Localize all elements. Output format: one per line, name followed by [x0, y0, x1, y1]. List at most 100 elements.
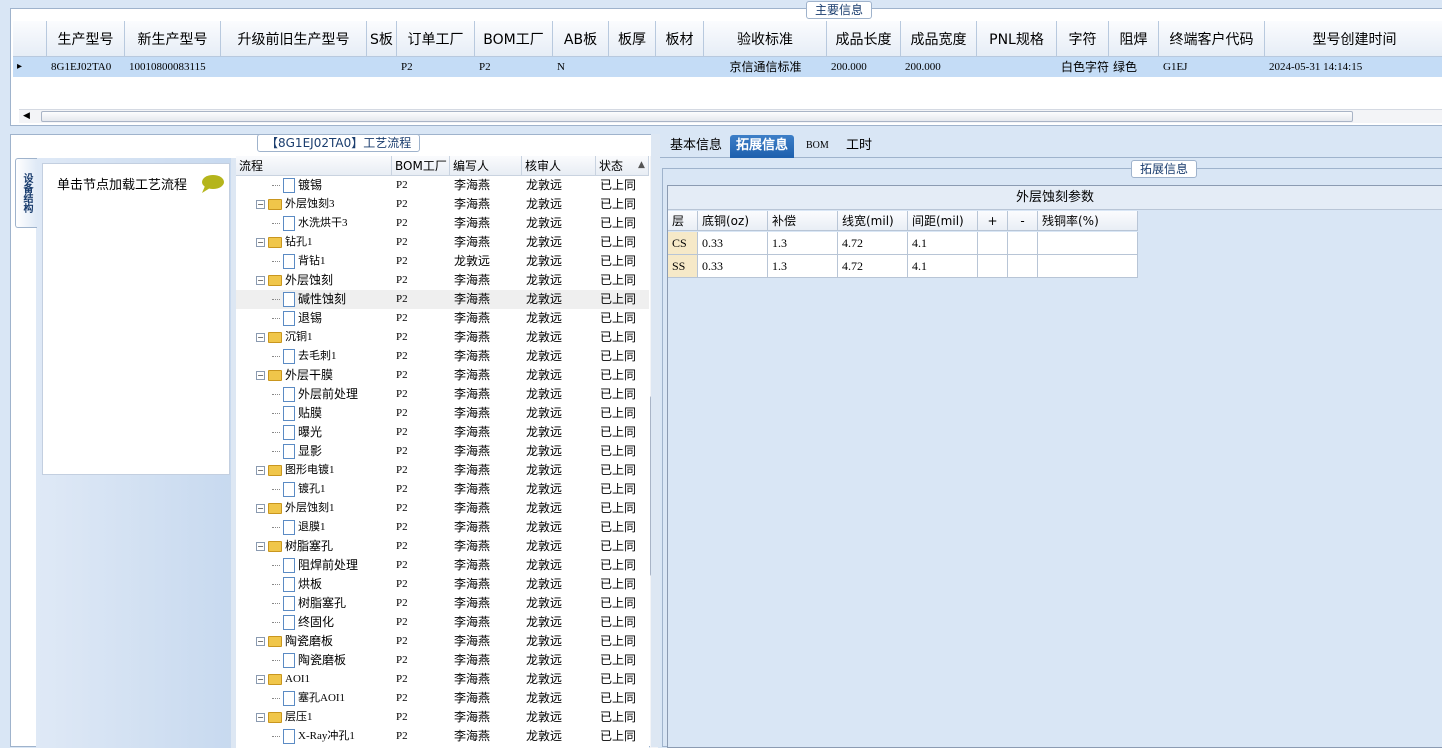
column-header[interactable]: S板: [367, 21, 397, 57]
column-header[interactable]: 新生产型号: [125, 21, 221, 57]
tree-node[interactable]: 外层前处理: [272, 385, 392, 404]
main-info-cell[interactable]: [656, 57, 704, 77]
equipment-structure-tab[interactable]: 设备结构: [15, 158, 37, 228]
column-header[interactable]: 生产型号: [47, 21, 125, 57]
column-header[interactable]: 阻焊: [1109, 21, 1159, 57]
tree-node[interactable]: 塞孔AOI1: [272, 689, 392, 708]
column-header[interactable]: 板厚: [609, 21, 656, 57]
main-info-cell[interactable]: N: [553, 57, 609, 77]
main-horizontal-scrollbar[interactable]: ◀: [19, 109, 1442, 123]
collapse-icon[interactable]: −: [256, 675, 265, 684]
etch-cell[interactable]: CS: [668, 232, 698, 255]
tree-node[interactable]: 去毛刺1: [272, 347, 392, 366]
panel-splitter[interactable]: [651, 134, 660, 747]
tree-node[interactable]: 显影: [272, 442, 392, 461]
main-info-cell[interactable]: 绿色: [1109, 57, 1159, 77]
tree-node[interactable]: − 钻孔1: [256, 233, 392, 252]
etch-cell[interactable]: 0.33: [698, 255, 768, 278]
etch-cell[interactable]: [1038, 232, 1138, 255]
tree-row[interactable]: 退膜1 P2 李海燕 龙敦远 已上同: [236, 518, 649, 537]
etch-column-header[interactable]: 底铜(oz): [698, 211, 768, 231]
tree-node[interactable]: 背钻1: [272, 252, 392, 271]
etch-cell[interactable]: SS: [668, 255, 698, 278]
etch-cell[interactable]: [978, 255, 1008, 278]
etch-cell[interactable]: 1.3: [768, 255, 838, 278]
main-info-cell[interactable]: 10010800083115: [125, 57, 221, 77]
collapse-icon[interactable]: −: [256, 542, 265, 551]
tree-row[interactable]: − 外层蚀刻3 P2 李海燕 龙敦远 已上同: [236, 195, 649, 214]
main-info-cell[interactable]: 白色字符: [1057, 57, 1109, 77]
etch-cell[interactable]: [1038, 255, 1138, 278]
etch-column-header[interactable]: 层: [668, 211, 698, 231]
tree-node[interactable]: 曝光: [272, 423, 392, 442]
tree-row[interactable]: 终固化 P2 李海燕 龙敦远 已上同: [236, 613, 649, 632]
collapse-icon[interactable]: −: [256, 504, 265, 513]
tree-node[interactable]: − 图形电镀1: [256, 461, 392, 480]
tree-node[interactable]: 贴膜: [272, 404, 392, 423]
column-header[interactable]: 订单工厂: [397, 21, 475, 57]
etch-cell[interactable]: [1008, 255, 1038, 278]
etch-cell[interactable]: 1.3: [768, 232, 838, 255]
tree-column-header[interactable]: 流程: [236, 156, 392, 176]
tree-node[interactable]: 退锡: [272, 309, 392, 328]
column-header[interactable]: 字符: [1057, 21, 1109, 57]
tree-row[interactable]: 退锡 P2 李海燕 龙敦远 已上同: [236, 309, 649, 328]
tree-row[interactable]: 去毛刺1 P2 李海燕 龙敦远 已上同: [236, 347, 649, 366]
tree-row[interactable]: 镀锡 P2 李海燕 龙敦远 已上同: [236, 176, 649, 195]
etch-cell[interactable]: [1008, 232, 1038, 255]
tree-node[interactable]: − AOI1: [256, 670, 392, 689]
tree-node[interactable]: 阻焊前处理: [272, 556, 392, 575]
collapse-icon[interactable]: −: [256, 276, 265, 285]
tree-row[interactable]: 树脂塞孔 P2 李海燕 龙敦远 已上同: [236, 594, 649, 613]
horizontal-scroll-thumb[interactable]: [41, 111, 1353, 122]
column-header[interactable]: 验收标准: [704, 21, 827, 57]
tree-node[interactable]: X-Ray冲孔1: [272, 727, 392, 746]
collapse-icon[interactable]: −: [256, 238, 265, 247]
etch-column-header[interactable]: -: [1008, 211, 1038, 231]
etch-cell[interactable]: 0.33: [698, 232, 768, 255]
collapse-icon[interactable]: −: [256, 333, 265, 342]
main-info-cell[interactable]: G1EJ: [1159, 57, 1265, 77]
tree-row[interactable]: 塞孔AOI1 P2 李海燕 龙敦远 已上同: [236, 689, 649, 708]
tree-node[interactable]: 树脂塞孔: [272, 594, 392, 613]
etch-column-header[interactable]: +: [978, 211, 1008, 231]
tree-row[interactable]: 背钻1 P2 龙敦远 龙敦远 已上同: [236, 252, 649, 271]
tree-row[interactable]: − 外层蚀刻 P2 李海燕 龙敦远 已上同: [236, 271, 649, 290]
tree-row[interactable]: − 陶瓷磨板 P2 李海燕 龙敦远 已上同: [236, 632, 649, 651]
tree-column-header[interactable]: 核审人: [522, 156, 596, 176]
column-header[interactable]: 板材: [656, 21, 704, 57]
tree-row[interactable]: 碱性蚀刻 P2 李海燕 龙敦远 已上同: [236, 290, 649, 309]
column-header[interactable]: AB板: [553, 21, 609, 57]
tree-column-header[interactable]: 编写人: [450, 156, 522, 176]
tab-2[interactable]: BOM: [800, 135, 835, 158]
tree-node[interactable]: 镀锡: [272, 176, 392, 195]
tree-node[interactable]: 终固化: [272, 613, 392, 632]
tree-row[interactable]: − 树脂塞孔 P2 李海燕 龙敦远 已上同: [236, 537, 649, 556]
scroll-left-arrow-icon[interactable]: ◀: [23, 110, 30, 122]
column-header[interactable]: BOM工厂: [475, 21, 553, 57]
etch-cell[interactable]: 4.72: [838, 255, 908, 278]
collapse-icon[interactable]: −: [256, 637, 265, 646]
tree-row[interactable]: − 外层干膜 P2 李海燕 龙敦远 已上同: [236, 366, 649, 385]
main-info-cell[interactable]: 2024-05-31 14:14:15: [1265, 57, 1442, 77]
tree-node[interactable]: − 外层蚀刻: [256, 271, 392, 290]
tree-node[interactable]: − 外层蚀刻3: [256, 195, 392, 214]
tree-node[interactable]: − 外层干膜: [256, 366, 392, 385]
tree-node[interactable]: − 层压1: [256, 708, 392, 727]
tree-row[interactable]: − 图形电镀1 P2 李海燕 龙敦远 已上同: [236, 461, 649, 480]
sort-up-icon[interactable]: ▲: [638, 160, 645, 170]
tree-row[interactable]: 水洗烘干3 P2 李海燕 龙敦远 已上同: [236, 214, 649, 233]
tree-column-header[interactable]: BOM工厂: [392, 156, 450, 176]
column-header[interactable]: 成品宽度: [901, 21, 977, 57]
tree-row[interactable]: 显影 P2 李海燕 龙敦远 已上同: [236, 442, 649, 461]
tab-0[interactable]: 基本信息: [664, 135, 728, 158]
tree-row[interactable]: 烘板 P2 李海燕 龙敦远 已上同: [236, 575, 649, 594]
tree-row[interactable]: 陶瓷磨板 P2 李海燕 龙敦远 已上同: [236, 651, 649, 670]
tree-row[interactable]: 贴膜 P2 李海燕 龙敦远 已上同: [236, 404, 649, 423]
main-info-cell[interactable]: P2: [397, 57, 475, 77]
tree-node[interactable]: − 外层蚀刻1: [256, 499, 392, 518]
column-header[interactable]: 成品长度: [827, 21, 901, 57]
main-info-cell[interactable]: 200.000: [901, 57, 977, 77]
tree-row[interactable]: − 外层蚀刻1 P2 李海燕 龙敦远 已上同: [236, 499, 649, 518]
tab-1[interactable]: 拓展信息: [730, 135, 795, 158]
